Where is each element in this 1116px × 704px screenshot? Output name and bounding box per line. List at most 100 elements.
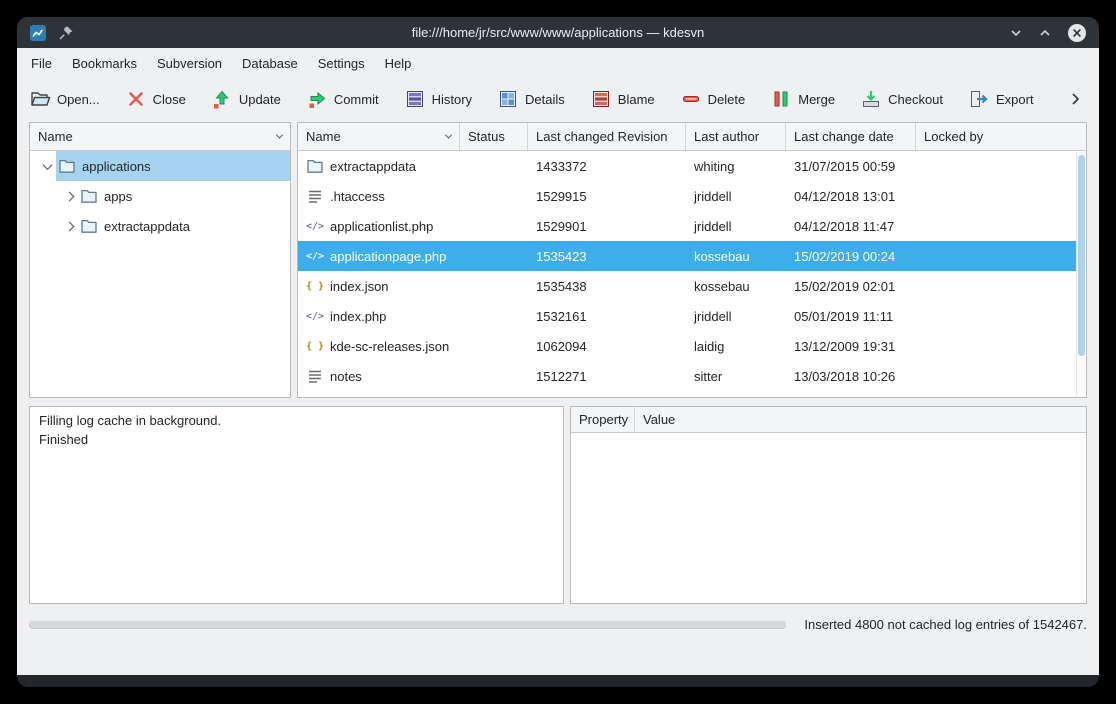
file-table-header: NameStatus Last changed Revision Last auth… [298, 123, 1086, 151]
cell-name: </>applicationlist.php [298, 211, 460, 241]
value-column-header[interactable]: Value [635, 407, 1086, 432]
json-file-icon: { } [306, 281, 324, 292]
cell-locked-by [916, 181, 1086, 211]
toolbar-button-label: History [432, 92, 472, 107]
tree-item-label: apps [104, 189, 132, 204]
cell-author: jriddell [686, 211, 786, 241]
menubar: FileBookmarksSubversionDatabaseSettingsH… [17, 48, 1099, 78]
cell-name: { }index.json [298, 271, 460, 301]
text-file-icon [306, 187, 324, 205]
table-row[interactable]: </>index.php1532161jriddell05/01/2019 11… [298, 301, 1086, 331]
toolbar-overflow-button[interactable] [1067, 91, 1087, 107]
column-header-locked-by[interactable]: Locked by [916, 123, 1086, 150]
maximize-window-icon[interactable] [1038, 26, 1052, 40]
menu-item-subversion[interactable]: Subversion [147, 52, 232, 75]
tree-item-apps[interactable]: apps [30, 181, 290, 211]
column-header-last-changed-revision[interactable]: Last changed Revision [528, 123, 686, 150]
text-file-icon [306, 367, 324, 385]
tree-item-content[interactable]: extractappdata [78, 211, 290, 241]
menu-item-bookmarks[interactable]: Bookmarks [62, 52, 147, 75]
repository-tree-panel: Name applications apps extractappdata [29, 122, 291, 398]
toolbar-button-close[interactable]: Close [125, 88, 186, 110]
table-row[interactable]: extractappdata1433372whiting31/07/2015 0… [298, 151, 1086, 181]
toolbar-button-export[interactable]: Export [968, 88, 1034, 110]
cell-name: { }kde-sc-releases.json [298, 331, 460, 361]
tree-item-content[interactable]: applications [56, 151, 290, 181]
menu-item-help[interactable]: Help [375, 52, 422, 75]
cell-status [460, 271, 528, 301]
cell-author: sitter [686, 361, 786, 391]
toolbar-button-update[interactable]: Update [211, 88, 281, 110]
toolbar-button-label: Close [153, 92, 186, 107]
table-row[interactable]: { }index.json1535438kossebau15/02/2019 0… [298, 271, 1086, 301]
toolbar-button-commit[interactable]: Commit [306, 88, 379, 110]
shade-window-icon[interactable] [1009, 26, 1023, 40]
toolbar-button-details[interactable]: Details [497, 88, 565, 110]
menu-item-database[interactable]: Database [232, 52, 308, 75]
column-header-status[interactable]: Status [460, 123, 528, 150]
status-message: Inserted 4800 not cached log entries of … [804, 617, 1087, 632]
properties-panel: Property Value [570, 406, 1087, 604]
file-name: notes [330, 369, 362, 384]
toolbar-button-label: Checkout [888, 92, 943, 107]
table-row[interactable]: </>applicationlist.php1529901jriddell04/… [298, 211, 1086, 241]
cell-date: 15/02/2019 02:01 [786, 271, 916, 301]
column-header-label: Last changed Revision [536, 129, 668, 144]
cell-name: </>applicationpage.php [298, 241, 460, 271]
close-window-icon[interactable] [1067, 23, 1087, 43]
column-header-name[interactable]: Name [298, 123, 460, 150]
titlebar[interactable]: file:///home/jr/src/www/www/applications… [17, 17, 1099, 48]
toolbar-button-merge[interactable]: Merge [770, 88, 835, 110]
property-column-header[interactable]: Property [571, 407, 635, 432]
expander-down-icon[interactable] [38, 163, 56, 170]
cell-author: jriddell [686, 181, 786, 211]
expander-right-icon[interactable] [60, 193, 78, 200]
tree-item-content[interactable]: apps [78, 181, 290, 211]
blame-icon [590, 88, 612, 110]
progress-bar [29, 620, 786, 629]
toolbar-button-label: Export [996, 92, 1034, 107]
toolbar-button-checkout[interactable]: Checkout [860, 88, 943, 110]
table-row[interactable]: .htaccess1529915jriddell04/12/2018 13:01 [298, 181, 1086, 211]
scrollbar-handle[interactable] [1078, 155, 1085, 356]
toolbar-button-history[interactable]: History [404, 88, 472, 110]
expander-right-icon[interactable] [60, 223, 78, 230]
menu-item-file[interactable]: File [21, 52, 62, 75]
file-name: extractappdata [330, 159, 416, 174]
cell-revision: 1062094 [528, 331, 686, 361]
app-icon[interactable] [29, 24, 47, 42]
column-header-last-change-date[interactable]: Last change date [786, 123, 916, 150]
cell-revision: 1433372 [528, 151, 686, 181]
toolbar-button-delete[interactable]: Delete [680, 88, 746, 110]
update-icon [211, 88, 233, 110]
table-row[interactable]: { }kde-sc-releases.json1062094laidig13/1… [298, 331, 1086, 361]
tree-item-extractappdata[interactable]: extractappdata [30, 211, 290, 241]
file-name: applicationpage.php [330, 249, 446, 264]
log-line: Filling log cache in background. [39, 412, 554, 431]
toolbar-button-label: Blame [618, 92, 655, 107]
toolbar-button-label: Merge [798, 92, 835, 107]
toolbar-button-label: Open... [57, 92, 100, 107]
vertical-scrollbar[interactable] [1076, 152, 1086, 397]
delete-icon [680, 88, 702, 110]
chevron-down-icon [276, 132, 283, 139]
cell-revision: 1529915 [528, 181, 686, 211]
column-header-label: Last change date [794, 129, 894, 144]
column-header-last-author[interactable]: Last author [686, 123, 786, 150]
table-row[interactable]: </>applicationpage.php1535423kossebau15/… [298, 241, 1086, 271]
file-list-panel: NameStatus Last changed Revision Last auth… [297, 122, 1087, 398]
tree-item-applications[interactable]: applications [30, 151, 290, 181]
tree-column-header[interactable]: Name [30, 123, 290, 151]
titlebar-left [29, 24, 74, 42]
tree-item-label: applications [82, 159, 151, 174]
cell-date: 15/02/2019 00:24 [786, 241, 916, 271]
file-name: .htaccess [330, 189, 385, 204]
cell-revision: 1529901 [528, 211, 686, 241]
toolbar-button-open[interactable]: Open... [29, 88, 100, 110]
table-row[interactable]: notes1512271sitter13/03/2018 10:26 [298, 361, 1086, 391]
cell-revision: 1512271 [528, 361, 686, 391]
pin-icon[interactable] [58, 25, 74, 41]
toolbar-button-blame[interactable]: Blame [590, 88, 655, 110]
menu-item-settings[interactable]: Settings [308, 52, 375, 75]
toolbar-button-label: Update [239, 92, 281, 107]
